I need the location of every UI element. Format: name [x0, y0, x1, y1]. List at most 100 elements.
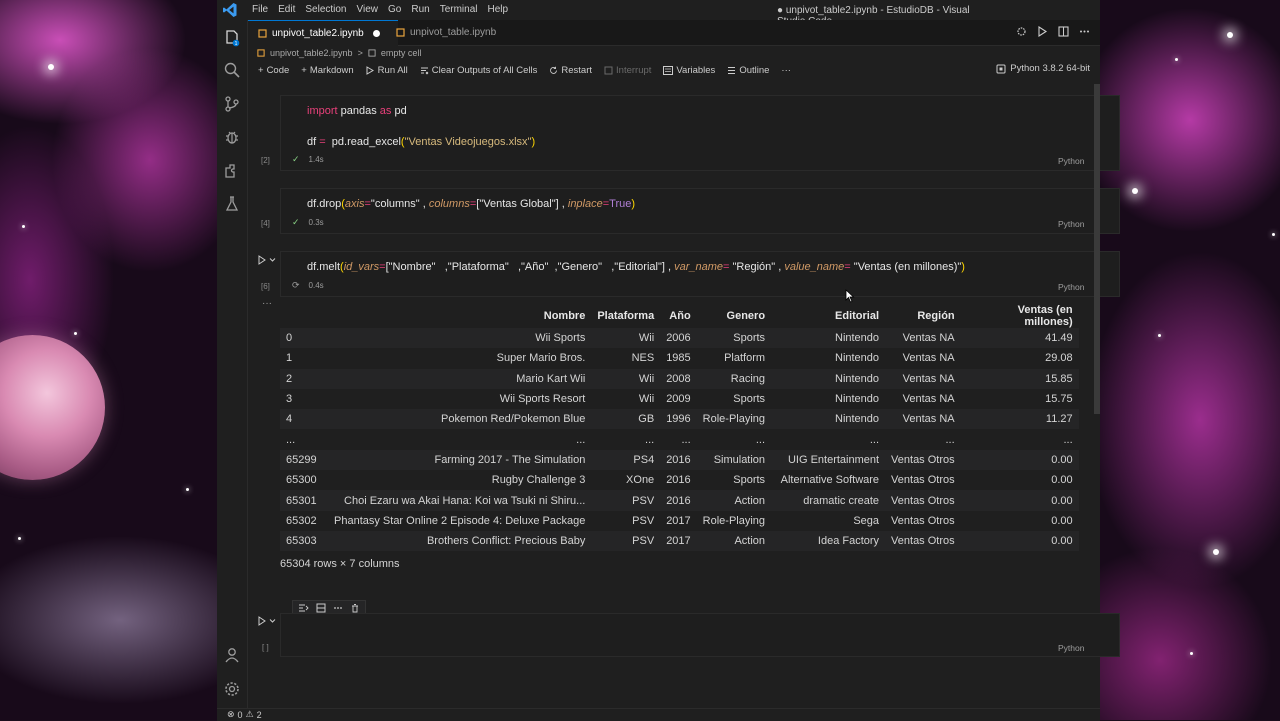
star [22, 225, 25, 228]
menu-edit[interactable]: Edit [273, 4, 300, 15]
row-index: 1 [286, 352, 293, 365]
function-call: pd.read_excel [328, 136, 401, 148]
breadcrumb-cell[interactable]: empty cell [381, 48, 422, 58]
outline-button[interactable]: Outline [727, 65, 769, 76]
run-play-icon[interactable] [1037, 26, 1048, 37]
code-cell-3[interactable]: df.melt(id_vars=["Nombre" ,"Plataforma" … [280, 251, 1120, 297]
table-row: 0 Wii Sports Wii 2006 Sports Nintendo Ventas N… [280, 328, 1079, 349]
code-cell-2[interactable]: df.drop(axis="columns" , columns=["Venta… [280, 188, 1120, 234]
restart-button[interactable]: Restart [549, 65, 592, 76]
delete-trash-icon[interactable] [350, 603, 360, 613]
comma: , [775, 261, 785, 273]
variables-button[interactable]: Variables [663, 65, 715, 76]
table-cell: 2008 [660, 368, 697, 389]
table-cell: Sports [696, 328, 772, 349]
execution-count: [2] [261, 156, 270, 165]
table-row: 2 Mario Kart Wii Wii 2008 Racing Nintendo Vent… [280, 368, 1079, 389]
table-cell: Action [696, 530, 772, 552]
table-cell: Sega [853, 514, 880, 527]
table-header-row: Nombre Plataforma Año Genero Editorial R… [280, 304, 1079, 328]
notebook-editor: import pandas as pd df = pd.read_excel("… [248, 84, 1120, 710]
tab-unpivot-table2[interactable]: unpivot_table2.ipynb [248, 20, 398, 46]
table-cell: PS4 [591, 449, 661, 471]
tab-label: unpivot_table2.ipynb [272, 28, 364, 39]
kernel-picker[interactable]: Python 3.8.2 64-bit [996, 63, 1090, 74]
problems-indicator[interactable]: ⊗ 0 ⚠ 2 [227, 709, 262, 720]
column-header: Nombre [543, 310, 586, 322]
table-cell: dramatic create [771, 490, 886, 511]
menu-file[interactable]: File [247, 4, 273, 15]
table-cell: Ventas NA [885, 409, 961, 430]
table-cell: Ventas Otros [885, 490, 961, 511]
column-header: Año [669, 310, 691, 322]
title-bar: File Edit Selection View Go Run Terminal… [217, 0, 1100, 27]
menu-selection[interactable]: Selection [300, 4, 351, 15]
cell-language[interactable]: Python [1058, 282, 1084, 292]
tab-unpivot-table[interactable]: unpivot_table.ipynb [386, 20, 516, 45]
clear-outputs-button[interactable]: Clear Outputs of All Cells [420, 65, 537, 76]
execute-above-icon[interactable] [298, 603, 309, 613]
run-cell-icon[interactable] [258, 255, 276, 265]
notebook-icon [396, 28, 405, 37]
more-icon[interactable] [333, 603, 343, 613]
menu-view[interactable]: View [352, 4, 384, 15]
refresh-icon: ⟳ [292, 280, 300, 290]
testing-flask-icon[interactable] [223, 195, 241, 213]
warning-count: 2 [256, 709, 262, 720]
table-row: 65300 Rugby Challenge 3 XOne 2016 Sports Alte… [280, 470, 1079, 490]
account-icon[interactable] [223, 646, 241, 664]
interrupt-button[interactable]: Interrupt [604, 65, 651, 76]
empty-code-cell[interactable] [280, 613, 1120, 657]
table-cell: Ventas NA [902, 393, 955, 406]
cell-language[interactable]: Python [1058, 219, 1084, 229]
search-icon[interactable] [223, 61, 241, 79]
cell-language[interactable]: Python [1058, 643, 1084, 653]
code-cell-1[interactable]: import pandas as pd df = pd.read_excel("… [280, 95, 1120, 171]
column-header: Región [917, 310, 955, 322]
variable: df [307, 136, 317, 148]
notebook-icon [258, 29, 267, 38]
add-code-cell-button[interactable]: + Code [258, 65, 289, 76]
gear-icon[interactable] [1016, 26, 1027, 37]
explorer-icon[interactable]: 1 [223, 29, 241, 47]
unsaved-dot-icon[interactable] [372, 30, 380, 37]
run-debug-icon[interactable] [223, 128, 241, 146]
add-code-label: Code [266, 64, 290, 76]
more-actions-icon[interactable] [1079, 26, 1090, 37]
menu-go[interactable]: Go [383, 4, 406, 15]
code-line[interactable]: df.melt(id_vars=["Nombre" ,"Plataforma" … [307, 261, 965, 273]
split-cell-icon[interactable] [316, 603, 326, 613]
source-control-icon[interactable] [223, 95, 241, 113]
star [1227, 32, 1233, 38]
add-markdown-cell-button[interactable]: + Markdown [301, 65, 353, 76]
settings-gear-icon[interactable] [223, 680, 241, 698]
menu-bar: File Edit Selection View Go Run Terminal… [247, 4, 513, 15]
code-line[interactable]: df.drop(axis="columns" , columns=["Venta… [307, 198, 635, 210]
bool-literal: True [609, 198, 632, 210]
output-more-button[interactable]: ··· [262, 298, 272, 309]
editor-scrollbar[interactable] [1094, 84, 1100, 414]
param-name: axis [344, 198, 365, 210]
star [1158, 334, 1161, 337]
table-cell: ... [869, 433, 880, 446]
paren: ) [531, 136, 536, 148]
extensions-icon[interactable] [223, 162, 241, 180]
notebook-icon [257, 49, 265, 57]
menu-help[interactable]: Help [483, 4, 514, 15]
breadcrumb-file[interactable]: unpivot_table2.ipynb [270, 48, 353, 58]
comma: , [664, 261, 675, 273]
star [48, 64, 54, 70]
code-line[interactable]: import pandas as pd [307, 105, 407, 117]
toolbar-more-button[interactable]: ··· [781, 65, 791, 76]
run-cell-icon[interactable] [258, 616, 276, 626]
outline-label: Outline [739, 64, 770, 76]
run-all-button[interactable]: Run All [366, 65, 408, 76]
keyword-import: import [307, 105, 338, 117]
menu-terminal[interactable]: Terminal [435, 4, 483, 15]
code-line[interactable]: df = pd.read_excel("Ventas Videojuegos.x… [307, 136, 535, 148]
star [1132, 188, 1138, 194]
cell-language[interactable]: Python [1058, 156, 1084, 166]
split-editor-icon[interactable] [1058, 26, 1069, 37]
table-cell: Ventas NA [902, 352, 955, 365]
menu-run[interactable]: Run [406, 4, 434, 15]
